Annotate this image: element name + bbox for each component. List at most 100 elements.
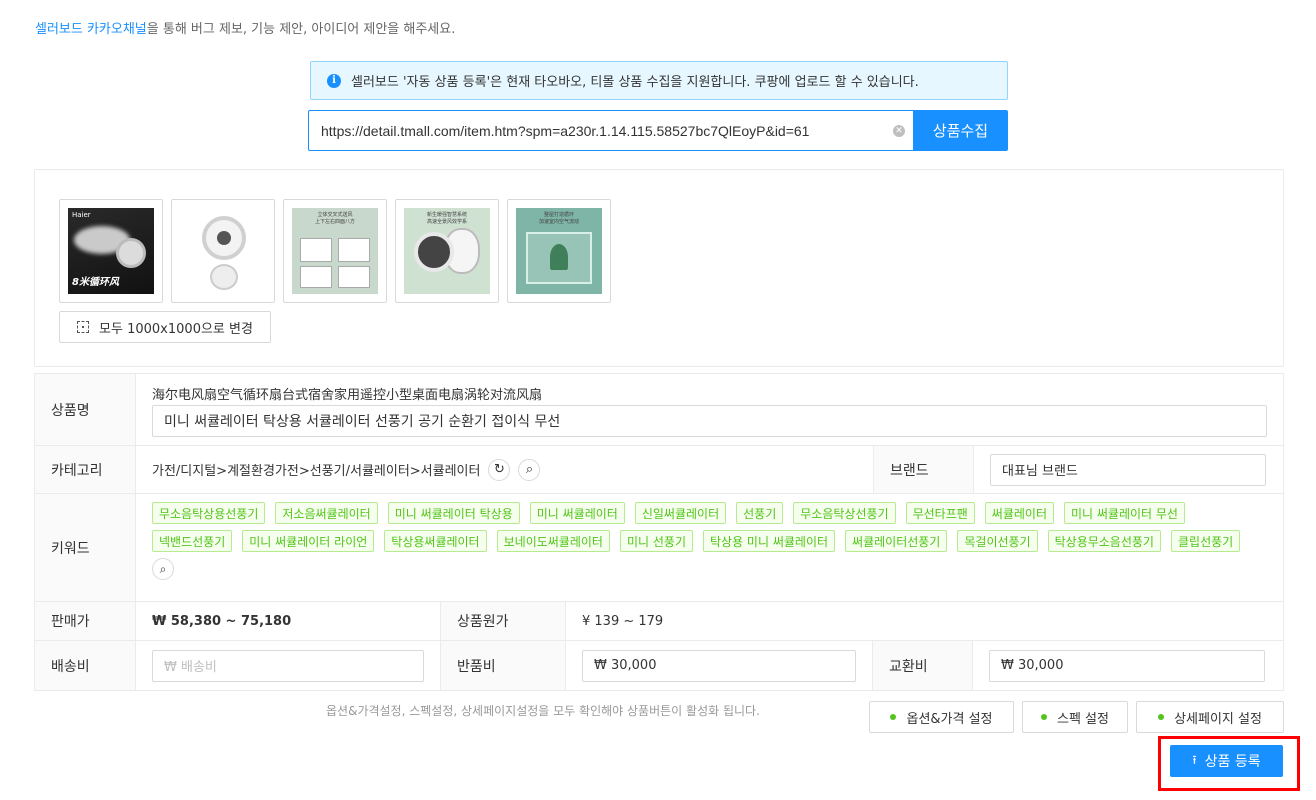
thumbnail-text: 立体交叉式送风 上下左右四面八方 [314, 212, 355, 225]
keyword-tag[interactable]: 무소음탁상용선풍기 [152, 502, 266, 524]
feedback-notice: 셀러보드 카카오채널을 통해 버그 제보, 기능 제안, 아이디어 제안을 해주… [35, 18, 455, 37]
search-icon[interactable]: ⌕ [518, 458, 541, 481]
original-price-value: ¥ 139 ~ 179 [582, 613, 664, 629]
info-alert-text: 셀러보드 '자동 상품 등록'은 현재 타오바오, 티몰 상품 수집을 지원합니… [351, 75, 919, 90]
keyword-tag[interactable]: 신일써큘레이터 [634, 502, 727, 524]
keyword-tag[interactable]: 미니 써큘레이터 무선 [1063, 502, 1185, 524]
thumbnail-text: 整屋打造循环 加速室内空气流动 [538, 212, 579, 225]
shipping-cell: ₩ 배송비 [136, 641, 441, 690]
thumbnail-brand: Haier [72, 211, 91, 219]
row-category: 카테고리 가전/디지털>계절환경가전>선풍기/서큘레이터>서큘레이터 ↻ ⌕ 브… [35, 446, 1283, 494]
collect-bar: https://detail.tmall.com/item.htm?spm=a2… [308, 110, 1008, 151]
product-image-4: 新生暖强智慧系统 高速全景风效学系 [404, 208, 490, 294]
category-path: 가전/디지털>계절환경가전>선풍기/서큘레이터>서큘레이터 [152, 464, 481, 479]
keyword-tag[interactable]: 미니 써큘레이터 라이언 [242, 530, 375, 552]
thumbnail-list: Haier 8米循环风 立体交叉式送风 上下左右四面八方 新生暖强智慧系统 高速… [59, 199, 611, 303]
row-keywords: 키워드 무소음탁상용선풍기 저소음써큘레이터 미니 써큘레이터 탁상용 미니 써큘레이… [35, 494, 1283, 602]
keyword-tag[interactable]: 탁상용써큘레이터 [384, 530, 487, 552]
product-name-cell: 海尔电风扇空气循环扇台式宿舍家用遥控小型桌面电扇涡轮对流风扇 미니 써큘레이터 … [136, 374, 1283, 445]
thumbnail-caption: 8米循环风 [72, 277, 119, 288]
image-panel: Haier 8米循环风 立体交叉式送风 上下左右四面八方 新生暖强智慧系统 高速… [34, 169, 1284, 367]
exchange-fee-input[interactable]: ₩ 30,000 [989, 649, 1265, 682]
product-image-5: 整屋打造循环 加速室内空气流动 [516, 208, 602, 294]
spec-settings-button[interactable]: 스펙 설정 [1022, 701, 1128, 733]
plant-shape [550, 244, 568, 270]
keyword-tag[interactable]: 넥밴드선풍기 [152, 530, 233, 552]
resize-all-button[interactable]: 모두 1000x1000으로 변경 [59, 311, 271, 343]
keyword-tag[interactable]: 탁상용 미니 써큘레이터 [703, 530, 836, 552]
return-fee-input[interactable]: ₩ 30,000 [582, 649, 856, 682]
keyword-tag[interactable]: 써큘레이터선풍기 [845, 530, 948, 552]
keyword-tag[interactable]: 무소음탁상선풍기 [793, 502, 896, 524]
keyword-label: 키워드 [35, 494, 136, 601]
detail-page-settings-button[interactable]: 상세페이지 설정 [1136, 701, 1284, 733]
brand-cell: 대표님 브랜드 [974, 446, 1283, 493]
panel-shape [300, 238, 332, 262]
collect-button[interactable]: 상품수집 [913, 110, 1008, 151]
shipping-label: 배송비 [35, 641, 136, 690]
product-image-1: Haier 8米循环风 [68, 208, 154, 294]
product-url-input[interactable]: https://detail.tmall.com/item.htm?spm=a2… [308, 110, 913, 151]
keyword-tag[interactable]: 클립선풍기 [1170, 530, 1241, 552]
thumbnail-1[interactable]: Haier 8米循环风 [59, 199, 163, 303]
row-shipping: 배송비 ₩ 배송비 반품비 ₩ 30,000 교환비 ₩ 30,000 [35, 641, 1283, 690]
fan-shape [116, 238, 146, 268]
product-image-3: 立体交叉式送风 上下左右四面八方 [292, 208, 378, 294]
brand-input[interactable]: 대표님 브랜드 [990, 453, 1266, 486]
keyword-tag[interactable]: 미니 선풍기 [619, 530, 693, 552]
keyword-search-icon[interactable]: ⌕ [152, 558, 174, 580]
clear-icon[interactable]: ✕ [893, 124, 905, 137]
status-dot [1158, 714, 1165, 720]
refresh-icon[interactable]: ↻ [488, 458, 511, 481]
panel-shape [338, 266, 370, 288]
fan-shape [202, 216, 246, 260]
thumbnail-text: 新生暖强智慧系统 高速全景风效学系 [426, 212, 467, 225]
keyword-tag[interactable]: 써큘레이터 [984, 502, 1054, 524]
kakao-channel-link[interactable]: 셀러보드 카카오채널 [35, 22, 147, 37]
keyword-tag[interactable]: 목걸이선풍기 [957, 530, 1038, 552]
product-name-label: 상품명 [35, 374, 136, 445]
feedback-notice-text: 을 통해 버그 제보, 기능 제안, 아이디어 제안을 해주세요. [146, 22, 456, 37]
product-image-2 [180, 208, 266, 294]
panel-shape [338, 238, 370, 262]
fan-shape [414, 232, 454, 272]
fan-base-shape [210, 264, 238, 290]
keyword-tag[interactable]: 미니 써큘레이터 탁상용 [387, 502, 520, 524]
keyword-tag[interactable]: 무선타프팬 [905, 502, 975, 524]
register-product-label: 상품 등록 [1204, 754, 1261, 770]
original-price-label: 상품원가 [441, 602, 566, 640]
thumbnail-3[interactable]: 立体交叉式送风 上下左右四面八方 [283, 199, 387, 303]
product-form: 상품명 海尔电风扇空气循环扇台式宿舍家用遥控小型桌面电扇涡轮对流风扇 미니 써큘… [34, 373, 1284, 691]
option-price-settings-label: 옵션&가격 설정 [906, 711, 993, 727]
upload-icon: ⭱ [1192, 752, 1197, 767]
row-product-name: 상품명 海尔电风扇空气循环扇台式宿舍家用遥控小型桌面电扇涡轮对流风扇 미니 써큘… [35, 374, 1283, 446]
shipping-input[interactable]: ₩ 배송비 [152, 649, 424, 682]
return-fee-cell: ₩ 30,000 [566, 641, 873, 690]
thumbnail-4[interactable]: 新生暖强智慧系统 高速全景风效学系 [395, 199, 499, 303]
keyword-tag[interactable]: 탁상용무소음선풍기 [1047, 530, 1161, 552]
keyword-list: 무소음탁상용선풍기 저소음써큘레이터 미니 써큘레이터 탁상용 미니 써큘레이터 신일써… [136, 494, 1283, 601]
keyword-tag[interactable]: 보네이도써큘레이터 [496, 530, 610, 552]
thumbnail-5[interactable]: 整屋打造循环 加速室内空气流动 [507, 199, 611, 303]
product-name-input[interactable]: 미니 써큘레이터 탁상용 서큘레이터 선풍기 공기 순환기 접이식 무선 [152, 405, 1267, 437]
exchange-fee-cell: ₩ 30,000 [973, 641, 1283, 690]
resize-icon [77, 321, 90, 333]
keyword-tag[interactable]: 미니 써큘레이터 [529, 502, 625, 524]
price-label: 판매가 [35, 602, 136, 640]
register-product-button[interactable]: ⭱ 상품 등록 [1170, 745, 1283, 777]
price-value: ₩ 58,380 ~ 75,180 [136, 602, 441, 640]
brand-label: 브랜드 [874, 446, 974, 493]
spec-settings-label: 스펙 설정 [1057, 711, 1109, 727]
info-alert: i 셀러보드 '자동 상품 등록'은 현재 타오바오, 티몰 상품 수집을 지원… [310, 61, 1008, 100]
detail-page-settings-label: 상세페이지 설정 [1174, 711, 1262, 727]
option-price-settings-button[interactable]: 옵션&가격 설정 [869, 701, 1014, 733]
exchange-fee-label: 교환비 [873, 641, 973, 690]
keyword-tag[interactable]: 저소음써큘레이터 [275, 502, 378, 524]
thumbnail-2[interactable] [171, 199, 275, 303]
status-dot [1041, 714, 1047, 720]
keyword-tag[interactable]: 선풍기 [736, 502, 784, 524]
resize-all-label: 모두 1000x1000으로 변경 [99, 321, 253, 337]
category-cell: 가전/디지털>계절환경가전>선풍기/서큘레이터>서큘레이터 ↻ ⌕ [136, 446, 874, 493]
status-dot [890, 714, 897, 720]
panel-shape [300, 266, 332, 288]
